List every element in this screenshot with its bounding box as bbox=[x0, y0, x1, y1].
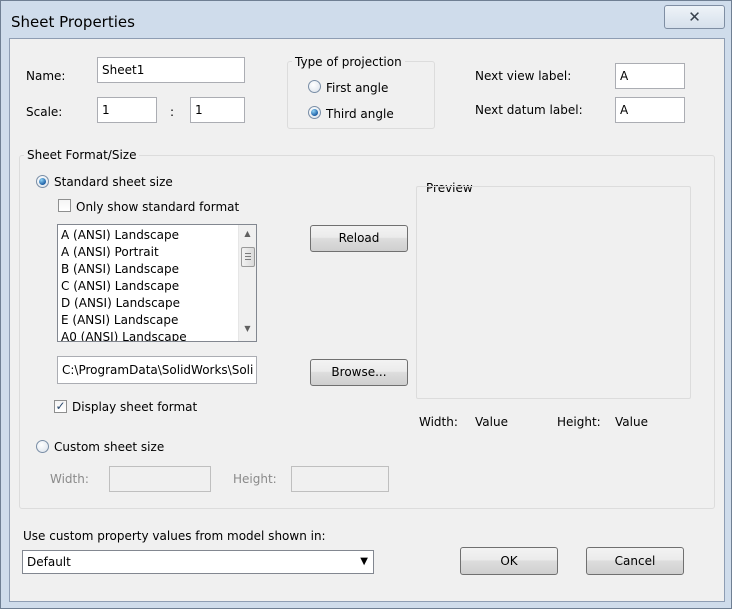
scroll-up-icon[interactable]: ▲ bbox=[239, 226, 256, 242]
custom-size-radio[interactable] bbox=[36, 440, 49, 453]
list-item[interactable]: A (ANSI) Landscape bbox=[61, 228, 179, 242]
preview-height-value: Value bbox=[615, 415, 648, 429]
list-item[interactable]: A0 (ANSI) Landscape bbox=[61, 330, 187, 341]
name-label: Name: bbox=[26, 69, 66, 83]
list-item[interactable]: A (ANSI) Portrait bbox=[61, 245, 159, 259]
list-item[interactable]: C (ANSI) Landscape bbox=[61, 279, 179, 293]
third-angle-radio[interactable] bbox=[308, 106, 321, 119]
next-datum-input[interactable]: A bbox=[615, 97, 685, 123]
preview-height-label: Height: bbox=[557, 415, 601, 429]
display-format-checkbox[interactable]: ✓ bbox=[54, 400, 67, 413]
custom-height-label: Height: bbox=[233, 472, 277, 486]
custom-property-selected: Default bbox=[27, 555, 71, 569]
title-bar[interactable]: Sheet Properties ✕ bbox=[1, 1, 731, 38]
scale-separator: : bbox=[170, 105, 175, 119]
only-standard-label[interactable]: Only show standard format bbox=[76, 200, 239, 214]
next-view-label: Next view label: bbox=[475, 69, 572, 83]
browse-button[interactable]: Browse... bbox=[310, 359, 408, 386]
check-icon: ✓ bbox=[55, 399, 66, 413]
third-angle-label[interactable]: Third angle bbox=[326, 107, 394, 121]
list-item[interactable]: E (ANSI) Landscape bbox=[61, 313, 178, 327]
list-item[interactable]: B (ANSI) Landscape bbox=[61, 262, 179, 276]
scroll-down-icon[interactable]: ▼ bbox=[239, 321, 256, 337]
list-item[interactable]: D (ANSI) Landscape bbox=[61, 296, 180, 310]
custom-width-input[interactable] bbox=[109, 466, 211, 492]
close-icon: ✕ bbox=[688, 8, 701, 26]
custom-height-input[interactable] bbox=[291, 466, 389, 492]
projection-legend: Type of projection bbox=[292, 55, 405, 69]
custom-size-label[interactable]: Custom sheet size bbox=[54, 440, 164, 454]
scale-denominator-input[interactable]: 1 bbox=[190, 97, 245, 123]
display-format-label[interactable]: Display sheet format bbox=[72, 400, 197, 414]
custom-property-label: Use custom property values from model sh… bbox=[23, 529, 326, 543]
scroll-thumb[interactable] bbox=[241, 247, 255, 267]
preview-width-value: Value bbox=[475, 415, 508, 429]
custom-property-dropdown[interactable]: Default ▼ bbox=[22, 550, 374, 574]
cancel-button[interactable]: Cancel bbox=[586, 547, 684, 575]
next-datum-label: Next datum label: bbox=[475, 103, 583, 117]
first-angle-radio[interactable] bbox=[308, 80, 321, 93]
ok-button[interactable]: OK bbox=[460, 547, 558, 575]
scale-numerator-input[interactable]: 1 bbox=[97, 97, 157, 123]
custom-width-label: Width: bbox=[50, 472, 89, 486]
chevron-down-icon[interactable]: ▼ bbox=[360, 551, 368, 573]
dialog-body: Name: Sheet1 Scale: 1 : 1 Type of projec… bbox=[9, 38, 725, 602]
grip-icon bbox=[245, 253, 251, 260]
sheet-name-input[interactable]: Sheet1 bbox=[97, 57, 245, 83]
next-view-input[interactable]: A bbox=[615, 63, 685, 89]
close-button[interactable]: ✕ bbox=[664, 5, 725, 29]
first-angle-label[interactable]: First angle bbox=[326, 81, 388, 95]
dialog-window: Sheet Properties ✕ Name: Sheet1 Scale: 1… bbox=[0, 0, 732, 609]
only-standard-checkbox[interactable] bbox=[58, 199, 71, 212]
standard-size-radio[interactable] bbox=[36, 175, 49, 188]
sheet-format-legend: Sheet Format/Size bbox=[24, 148, 140, 162]
list-scrollbar[interactable]: ▲ ▼ bbox=[238, 225, 256, 341]
dialog-title: Sheet Properties bbox=[11, 13, 135, 31]
sheet-size-list[interactable]: A (ANSI) Landscape A (ANSI) Portrait B (… bbox=[57, 224, 257, 342]
preview-area bbox=[416, 186, 691, 399]
standard-size-label[interactable]: Standard sheet size bbox=[54, 175, 173, 189]
reload-button[interactable]: Reload bbox=[310, 225, 408, 252]
scale-label: Scale: bbox=[26, 105, 63, 119]
sheet-format-path-input[interactable]: C:\ProgramData\SolidWorks\Soli bbox=[57, 356, 257, 384]
preview-width-label: Width: bbox=[419, 415, 458, 429]
